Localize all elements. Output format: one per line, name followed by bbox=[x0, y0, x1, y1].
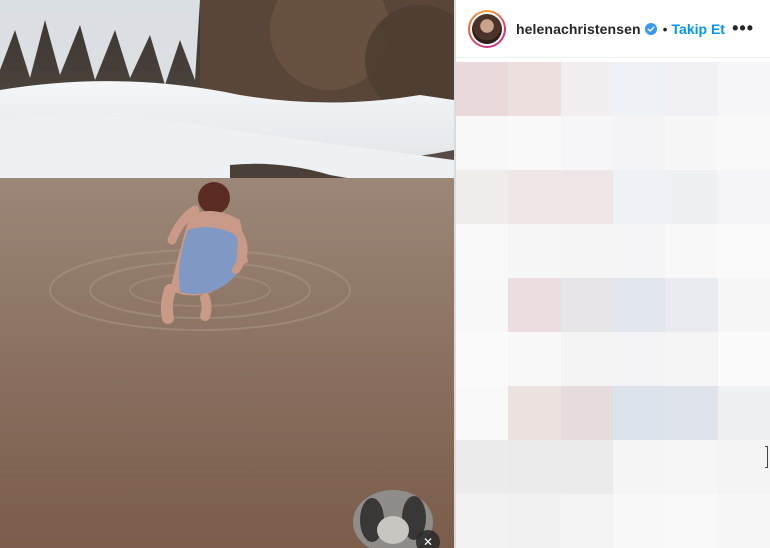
blurred-cell bbox=[560, 62, 613, 116]
blurred-cell bbox=[508, 116, 561, 170]
blurred-cell bbox=[508, 170, 561, 224]
blurred-cell bbox=[717, 386, 770, 440]
mute-icon[interactable]: ✕ bbox=[416, 530, 440, 548]
blurred-cell bbox=[717, 278, 770, 332]
blurred-cell bbox=[560, 494, 613, 548]
blurred-cell bbox=[665, 494, 718, 548]
blurred-cell bbox=[508, 386, 561, 440]
blurred-cell bbox=[717, 170, 770, 224]
blurred-cell bbox=[665, 224, 718, 278]
blurred-cell bbox=[560, 116, 613, 170]
blurred-cell bbox=[560, 170, 613, 224]
blurred-cell bbox=[456, 494, 509, 548]
blurred-cell bbox=[612, 224, 666, 278]
blurred-cell bbox=[612, 440, 666, 494]
blurred-comments-area bbox=[456, 62, 770, 548]
separator-dot: • bbox=[662, 20, 668, 37]
post-header: helenachristensen • Takip Et ••• bbox=[456, 0, 770, 58]
blurred-cell bbox=[508, 440, 561, 494]
blurred-cell bbox=[717, 224, 770, 278]
blurred-cell bbox=[456, 224, 509, 278]
more-horizontal-icon[interactable]: ••• bbox=[728, 18, 758, 39]
blurred-cell bbox=[665, 62, 718, 116]
post-media[interactable]: ✕ bbox=[0, 0, 454, 548]
blurred-cell bbox=[560, 386, 613, 440]
blurred-cell bbox=[456, 332, 509, 386]
blurred-cell bbox=[665, 170, 718, 224]
blurred-cell bbox=[612, 116, 666, 170]
post-sidebar: helenachristensen • Takip Et ••• bbox=[456, 0, 770, 548]
blurred-cell bbox=[560, 440, 613, 494]
blurred-cell bbox=[717, 332, 770, 386]
scrollbar-handle[interactable] bbox=[765, 446, 768, 468]
blurred-cell bbox=[508, 224, 561, 278]
blurred-cell bbox=[665, 440, 718, 494]
instagram-post: ✕ helenachristensen • Takip Et ••• bbox=[0, 0, 770, 548]
blurred-cell bbox=[456, 116, 509, 170]
blurred-cell bbox=[717, 494, 770, 548]
blurred-cell bbox=[508, 278, 561, 332]
blurred-cell bbox=[665, 386, 718, 440]
blurred-cell bbox=[717, 116, 770, 170]
blurred-cell bbox=[612, 494, 666, 548]
post-photo bbox=[0, 0, 454, 548]
blurred-cell bbox=[717, 440, 770, 494]
blurred-cell bbox=[612, 332, 666, 386]
blurred-cell bbox=[560, 278, 613, 332]
blurred-cell bbox=[456, 170, 509, 224]
avatar-frame bbox=[470, 11, 504, 46]
blurred-cell bbox=[456, 440, 509, 494]
blurred-cell bbox=[612, 170, 666, 224]
blurred-cell bbox=[560, 224, 613, 278]
blurred-cell bbox=[612, 278, 666, 332]
blurred-cell bbox=[612, 386, 666, 440]
blurred-cell bbox=[612, 62, 666, 116]
follow-button[interactable]: Takip Et bbox=[672, 21, 725, 37]
blurred-cell bbox=[508, 332, 561, 386]
avatar[interactable] bbox=[468, 9, 506, 48]
blurred-cell bbox=[508, 494, 561, 548]
blurred-cell bbox=[665, 332, 718, 386]
blurred-cell bbox=[665, 116, 718, 170]
username-link[interactable]: helenachristensen bbox=[516, 21, 641, 37]
blurred-cell bbox=[665, 278, 718, 332]
verified-badge-icon bbox=[644, 22, 657, 35]
blurred-cell bbox=[456, 278, 509, 332]
blurred-cell bbox=[560, 332, 613, 386]
avatar-photo bbox=[472, 13, 502, 44]
blurred-cell bbox=[508, 62, 561, 116]
blurred-cell bbox=[456, 386, 509, 440]
blurred-cell bbox=[456, 62, 509, 116]
blurred-cell bbox=[717, 62, 770, 116]
